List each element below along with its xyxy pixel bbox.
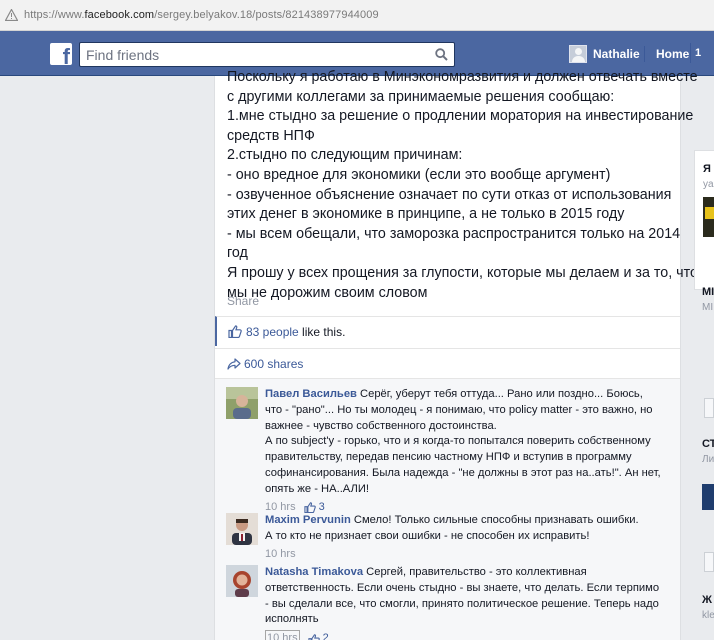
url-field[interactable]: https://www.facebook.com/sergey.belyakov… (24, 9, 379, 21)
post-text: Поскольку я работаю в Минэкономразвития … (227, 68, 698, 303)
comment-text: - вы сделали все, что смогли, принято по… (265, 597, 659, 610)
comment-meta: 10 hrs 2 (265, 630, 675, 640)
sidebar-text: Ли (702, 454, 714, 465)
post-line: год (227, 245, 248, 262)
home-link[interactable]: Home (656, 47, 689, 61)
sidebar-text: МІ (702, 302, 714, 313)
sidebar-card: Я ya (694, 150, 714, 290)
post-card: Поскольку я работаю в Минэкономразвития … (214, 69, 698, 640)
right-sidebar: Я ya МІ МІ СТ Ли Ж kle (694, 76, 714, 640)
post-line: с другими коллегами за принимаемые решен… (227, 88, 615, 105)
sidebar-text[interactable]: СТ (702, 438, 714, 450)
url-domain: facebook.com (84, 9, 155, 21)
like-thumb-icon (303, 502, 316, 513)
comment-meta: 10 hrs (265, 547, 675, 563)
sidebar-text[interactable]: Ж (702, 594, 712, 606)
notification-count[interactable]: 1 (690, 43, 704, 63)
likes-suffix: like this. (298, 325, 346, 339)
avatar (569, 45, 587, 63)
post-line: 2.стыдно по следующим причинам: (227, 147, 463, 164)
comment-author[interactable]: Natasha Timakova (265, 566, 363, 578)
post-line: этих денег в экономике в принципе, а не … (227, 206, 625, 223)
like-thumb-icon (307, 633, 320, 640)
comment-text: ответственность. Если очень стыдно - вы … (265, 581, 660, 594)
comments-section: Павел Васильев Серёг, уберут тебя оттуда… (215, 378, 680, 640)
likes-count-link[interactable]: 83 people (246, 325, 299, 339)
comment-avatar[interactable] (226, 387, 258, 419)
comment-like-count[interactable]: 2 (307, 631, 329, 640)
warning-icon (4, 8, 18, 22)
search-box (79, 42, 455, 67)
comment-text: исполнять (265, 613, 319, 626)
likes-text: 83 people like this. (246, 325, 345, 339)
sidebar-text: kle (702, 610, 714, 621)
likes-summary: 83 people like this. (215, 316, 680, 346)
user-profile-link[interactable]: Nathalie (569, 44, 640, 64)
post-line: - озвученное объяснение означает по сути… (227, 186, 672, 203)
post-line: Поскольку я работаю в Минэкономразвития … (227, 69, 698, 85)
browser-address-bar: https://www.facebook.com/sergey.belyakov… (0, 0, 714, 31)
comment-timestamp[interactable]: 10 hrs (265, 547, 296, 563)
post-line: - оно вредное для экономики (если это во… (227, 166, 611, 183)
comment-text: софинансирования. Была надежда - "не дол… (265, 466, 661, 479)
comment-likes-number: 2 (322, 632, 329, 640)
sidebar-text: ya (703, 179, 714, 190)
search-input[interactable] (80, 43, 420, 66)
comment-text: Серёг, уберут тебя оттуда... Рано или по… (356, 388, 643, 400)
comment-text: А то кто не признает свои ошибки - не сп… (265, 529, 590, 542)
post-line: мы не дорожим своим словом (227, 284, 428, 301)
post-line: Я прошу у всех прощения за глупости, кот… (227, 264, 698, 281)
comment-author[interactable]: Павел Васильев (265, 388, 357, 400)
shares-summary: 600 shares (215, 348, 680, 378)
comment-timestamp[interactable]: 10 hrs (265, 630, 300, 640)
comment-text: что - "рано"... Но ты молодец - я понима… (265, 403, 653, 416)
comment-text: Смело! Только сильные способны признават… (350, 514, 639, 526)
comment-text: Сергей, правительство - это коллективная (363, 566, 587, 578)
share-link[interactable]: Share (227, 294, 259, 308)
comment-avatar[interactable] (226, 565, 258, 597)
comment-text: опять же - НА..АЛИ! (265, 482, 370, 495)
comment-body: Павел Васильев Серёг, уберут тебя оттуда… (265, 387, 675, 515)
sidebar-button[interactable] (704, 552, 714, 572)
sidebar-button[interactable] (704, 398, 714, 418)
like-thumb-icon (228, 325, 242, 343)
sidebar-thumbnail[interactable] (702, 484, 714, 510)
post-line: - мы всем обещали, что заморозка распрос… (227, 225, 681, 242)
sidebar-text[interactable]: МІ (702, 286, 714, 298)
post-line: 1.мне стыдно за решение о продлении мора… (227, 108, 694, 125)
comment-avatar[interactable] (226, 513, 258, 545)
shares-link[interactable]: 600 shares (244, 357, 303, 371)
user-name: Nathalie (593, 47, 640, 61)
facebook-logo-icon[interactable]: f (50, 43, 72, 65)
url-prefix: https://www. (24, 9, 85, 21)
share-arrow-icon (227, 357, 241, 375)
comment-text: важнее - чувство собственного достоинств… (265, 419, 497, 432)
post-line: средств НПФ (227, 127, 315, 144)
comment-text: А по subject'у - горько, что и я когда-т… (265, 435, 651, 448)
comment-text: правительству, передав пенсию частному Н… (265, 451, 632, 464)
divider (644, 46, 645, 62)
sidebar-thumbnail[interactable] (703, 197, 714, 237)
comment-body: Maxim Pervunin Смело! Только сильные спо… (265, 513, 675, 562)
comment-author[interactable]: Maxim Pervunin (265, 514, 351, 526)
sidebar-text: Я (703, 163, 711, 175)
url-path: /sergey.belyakov.18/posts/82143897794400… (154, 9, 379, 21)
search-icon[interactable] (428, 43, 454, 66)
comment-body: Natasha Timakova Сергей, правительство -… (265, 565, 675, 640)
